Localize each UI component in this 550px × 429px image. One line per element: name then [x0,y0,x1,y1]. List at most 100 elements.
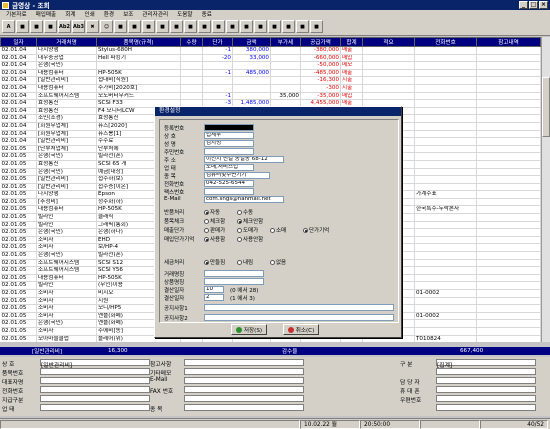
extra-input[interactable] [204,270,264,277]
column-header[interactable]: 적요 [362,37,415,47]
field-input[interactable] [204,148,254,155]
toolbar-button[interactable]: ☺ [100,20,113,33]
radio-option[interactable]: 체크함 [204,217,225,225]
field-input[interactable] [204,188,254,195]
column-header[interactable]: 부가세 [270,37,301,47]
field-input[interactable]: 042-525-6544 [204,180,254,187]
table-row[interactable]: 02.01.04 [일반관리비] 접대비[직원] -16,300 지출 [0,76,541,85]
save-button[interactable]: 저장(S) [231,324,267,335]
extra-input[interactable]: 10 [204,286,224,293]
detail-field[interactable]: [일반관리비] [40,359,150,369]
menu-item[interactable]: 도움말 [177,10,192,18]
toolbar-button[interactable]: Ab3 [72,20,85,33]
maximize-icon[interactable]: □ [529,1,538,9]
field-input[interactable]: com.sngs@hanmail.net [204,196,284,203]
radio-option[interactable]: 체크안함 [237,217,263,225]
menu-item[interactable]: 보조 [123,10,133,18]
menu-item[interactable]: 종료 [202,10,212,18]
detail-field[interactable] [40,404,150,411]
table-row[interactable]: 02.01.04 나시양행 Stylus-680H -1 380,000 -380,000… [0,46,541,55]
radio-option[interactable]: 사용함 [204,235,225,243]
column-header[interactable]: 합계 [340,37,363,47]
column-header[interactable]: 전화번호 [414,37,477,47]
column-header[interactable]: 단가 [202,37,233,47]
detail-field[interactable] [184,404,304,411]
radio-option[interactable]: 판매가 [204,226,225,234]
toolbar-button[interactable]: ■ [30,20,43,33]
minimize-icon[interactable]: _ [519,1,528,9]
toolbar-button[interactable]: ■ [240,20,253,33]
column-header[interactable]: 수량 [180,37,203,47]
detail-field[interactable] [184,386,304,393]
detail-field[interactable] [436,368,536,375]
toolbar-button[interactable]: ■ [296,20,309,33]
toolbar-button[interactable]: ■ [44,20,57,33]
toolbar-button[interactable]: ■ [310,20,323,33]
toolbar-button[interactable]: ■ [156,20,169,33]
toolbar-button[interactable]: A [2,20,15,33]
detail-field[interactable] [40,395,150,402]
radio-option[interactable]: 사용안함 [237,235,263,243]
toolbar-button[interactable]: ■ [16,20,29,33]
field-input[interactable]: 업체부 [204,132,254,139]
vertical-scrollbar[interactable] [541,37,550,342]
column-header[interactable]: 금액 [232,37,271,47]
field-input[interactable] [204,124,254,131]
extra-input[interactable]: 2 [204,294,224,301]
extra-input[interactable] [204,314,394,321]
scroll-thumb[interactable] [542,77,550,137]
field-input[interactable]: 김지성 [204,140,254,147]
toolbar-button[interactable]: ■ [198,20,211,33]
detail-field[interactable] [184,368,304,375]
menu-item[interactable]: 인쇄 [84,10,94,18]
detail-field[interactable] [184,359,304,366]
table-row[interactable]: 02.01.04 대용컴퓨터 HP-505K -1 485,000 -485,000 매출 [0,69,541,78]
menu-item[interactable]: 기본자료 [6,10,27,18]
detail-field[interactable]: [집계] [436,359,536,369]
toolbar-button[interactable]: ■ [114,20,127,33]
radio-option[interactable]: 자동 [204,208,220,216]
detail-field[interactable] [436,386,536,393]
radio-option[interactable]: 없음 [270,258,286,266]
menu-item[interactable]: 환경 [104,10,114,18]
toolbar-button[interactable]: ✖ [86,20,99,33]
table-row[interactable]: 02.01.04 은행(국민) -50,000 메모 [0,61,541,70]
toolbar-button[interactable]: ■ [128,20,141,33]
toolbar-button[interactable]: ■ [268,20,281,33]
radio-option[interactable]: 소매 [270,226,286,234]
toolbar-button[interactable]: ■ [226,20,239,33]
column-header[interactable]: 거래처명 [36,37,97,47]
detail-field[interactable] [184,395,304,402]
toolbar-button[interactable]: ■ [184,20,197,33]
detail-field[interactable] [40,368,150,375]
column-header[interactable]: 일자 [0,37,37,47]
extra-input[interactable] [204,278,264,285]
toolbar-button[interactable]: ■ [254,20,267,33]
field-input[interactable]: 컴퓨터및주변기기 [204,172,270,179]
menu-item[interactable]: 회계 [65,10,75,18]
detail-field[interactable] [436,404,536,411]
toolbar-button[interactable]: ■ [282,20,295,33]
toolbar-button[interactable]: Ab2 [58,20,71,33]
extra-input[interactable] [204,304,394,311]
table-row[interactable]: 02.01.04 대용컴퓨터 주가비[2020호] -300 지출 [0,84,541,93]
menu-item[interactable]: 관리자관리 [142,10,168,18]
field-input[interactable]: 도매,서비스업 [204,164,254,171]
column-header[interactable]: 품목명(규격) [96,37,181,47]
cancel-button[interactable]: 취소(C) [283,324,319,335]
toolbar-button[interactable]: ■ [142,20,155,33]
menu-item[interactable]: 매입매출 [36,10,57,18]
radio-option[interactable]: 내림 [237,258,253,266]
toolbar-button[interactable]: ■ [212,20,225,33]
detail-field[interactable] [40,386,150,393]
detail-field[interactable] [436,377,536,384]
radio-option[interactable]: 만들짐 [204,258,225,266]
radio-option[interactable]: 수동 [237,208,253,216]
detail-field[interactable] [40,377,150,384]
table-row[interactable]: 02.01.04 대우중공업 Hell 파킹기 -20 33,000 -660,000 매입 [0,54,541,63]
detail-field[interactable] [184,377,304,384]
radio-option[interactable]: 단가기억 [303,226,329,234]
close-icon[interactable]: × [539,1,548,9]
toolbar-button[interactable]: ■ [170,20,183,33]
column-header[interactable]: 참고내역 [476,37,541,47]
